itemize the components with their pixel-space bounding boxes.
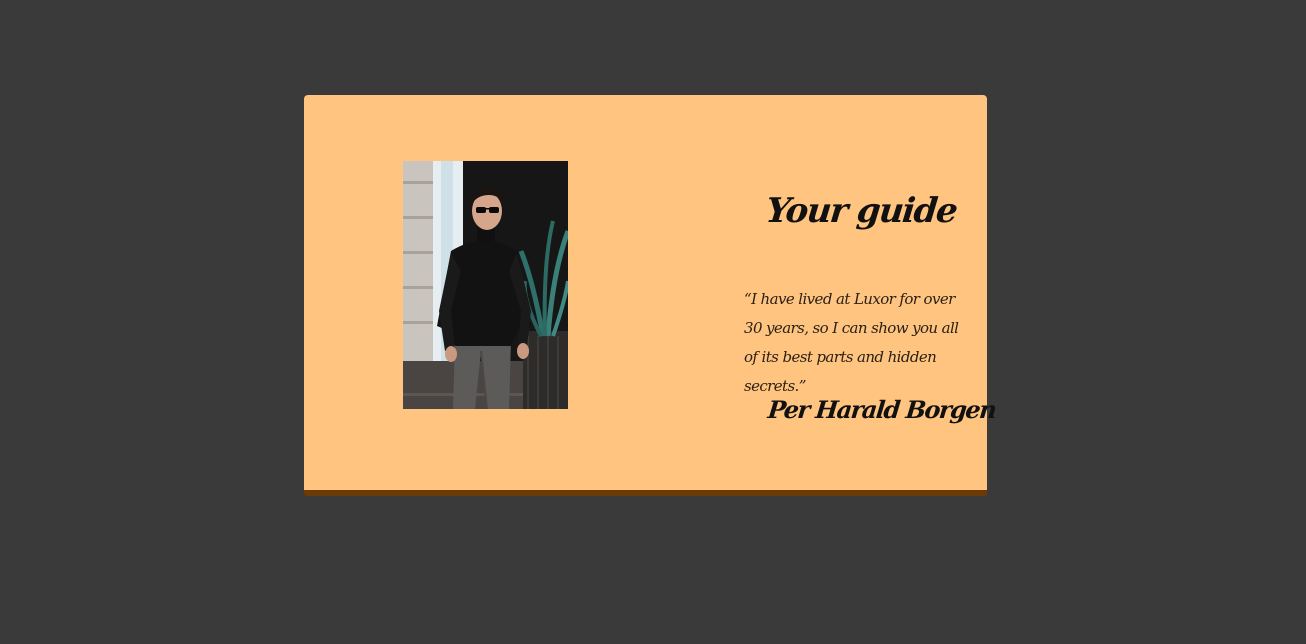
guide-portrait-photo: [403, 161, 568, 409]
guide-title: Your guide: [763, 191, 959, 231]
guide-photo: [403, 161, 568, 409]
guide-card: Your guide “I have lived at Luxor for ov…: [304, 95, 997, 496]
guide-quote: “I have lived at Luxor for over 30 years…: [744, 290, 959, 395]
guide-name: Per Harald Borgen: [766, 395, 997, 424]
